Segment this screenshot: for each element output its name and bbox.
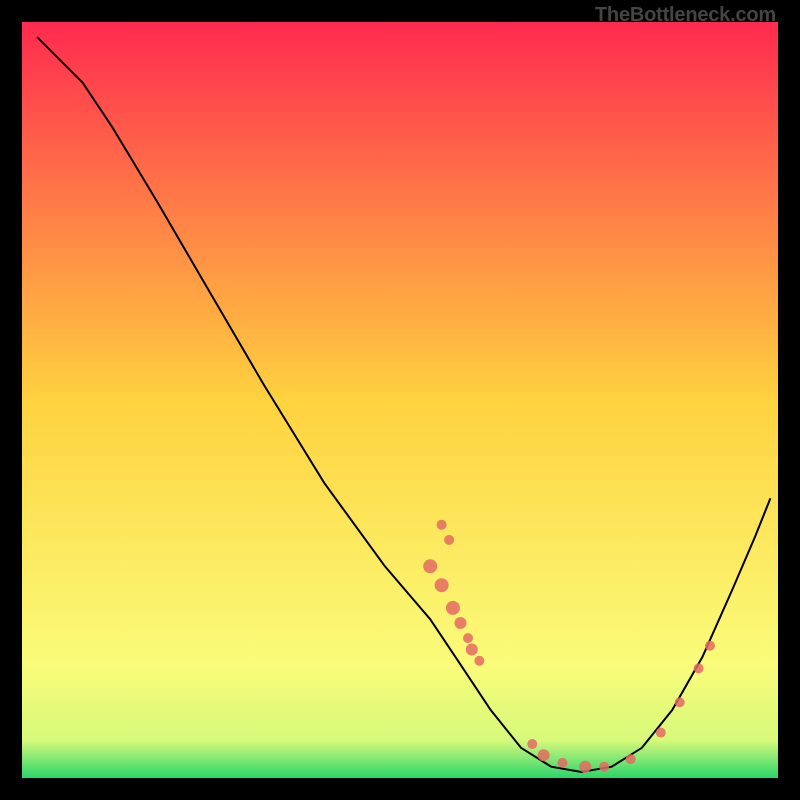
data-point xyxy=(444,535,454,545)
data-point xyxy=(437,520,447,530)
data-point xyxy=(599,762,609,772)
data-point xyxy=(527,739,537,749)
data-point xyxy=(558,758,568,768)
data-point xyxy=(579,761,591,773)
data-point xyxy=(446,601,460,615)
data-point xyxy=(423,559,437,573)
data-point xyxy=(705,641,715,651)
data-point xyxy=(626,754,636,764)
data-point xyxy=(466,644,478,656)
data-point xyxy=(538,749,550,761)
data-point xyxy=(675,697,685,707)
data-point xyxy=(474,656,484,666)
data-point xyxy=(455,617,467,629)
chart-container: TheBottleneck.com xyxy=(0,0,800,800)
data-point xyxy=(435,578,449,592)
data-point xyxy=(463,633,473,643)
chart-svg xyxy=(22,22,778,778)
data-point xyxy=(656,728,666,738)
watermark-text: TheBottleneck.com xyxy=(595,4,776,27)
gradient-background xyxy=(22,22,778,778)
data-point xyxy=(694,663,704,673)
